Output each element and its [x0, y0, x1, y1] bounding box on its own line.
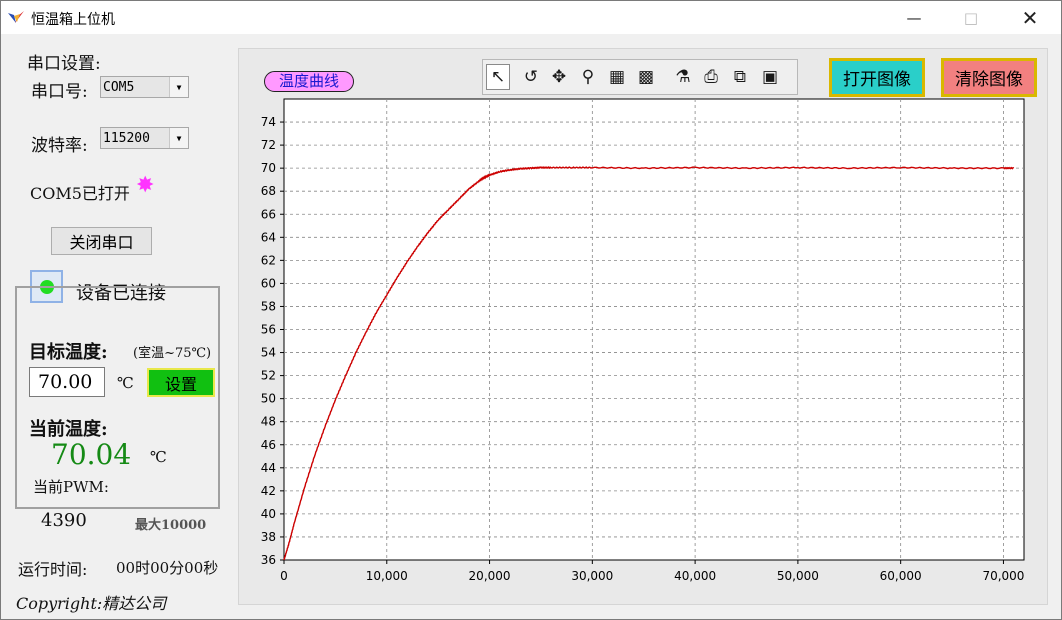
- curve-legend-label: 温度曲线: [264, 71, 354, 92]
- title-bar[interactable]: 恒温箱上位机 — □ ✕: [1, 1, 1061, 34]
- baud-select[interactable]: 115200 ▼: [100, 127, 189, 149]
- undo-icon[interactable]: ↺: [519, 64, 543, 90]
- zoom-icon[interactable]: ⚲: [576, 64, 600, 90]
- close-icon: ✕: [1021, 5, 1039, 30]
- copyright-text: Copyright:精达公司: [16, 594, 167, 613]
- maximize-icon: □: [963, 8, 979, 27]
- status-indicator-icon: ✸: [136, 173, 155, 198]
- port-status-text: COM5已打开: [30, 184, 130, 203]
- maximize-button[interactable]: □: [948, 1, 994, 34]
- clear-image-button[interactable]: 清除图像: [941, 58, 1037, 97]
- axis-scale-icon[interactable]: ▦: [605, 64, 629, 90]
- pwm-value: 4390: [41, 510, 87, 531]
- set-temp-button[interactable]: 设置: [147, 368, 215, 397]
- chart-panel: [238, 48, 1048, 605]
- baud-select-value: 115200: [103, 130, 150, 146]
- pwm-label: 当前PWM:: [33, 478, 109, 496]
- minimize-button[interactable]: —: [891, 1, 937, 34]
- save-icon[interactable]: ▣: [758, 64, 782, 90]
- chevron-down-icon[interactable]: ▼: [169, 128, 188, 148]
- target-temp-input[interactable]: 70.00: [29, 367, 105, 397]
- graph-toolbar: ↖ ↺ ✥ ⚲ ▦ ▩ ⚗ ⎙ ⧉ ▣: [482, 59, 798, 95]
- runtime-label: 运行时间:: [18, 560, 88, 579]
- close-port-button[interactable]: 关闭串口: [51, 227, 152, 255]
- pointer-icon[interactable]: ↖: [486, 64, 510, 90]
- current-temp-unit: ℃: [150, 448, 167, 466]
- port-select[interactable]: COM5 ▼: [100, 76, 189, 98]
- chevron-down-icon[interactable]: ▼: [169, 77, 188, 97]
- port-select-value: COM5: [103, 79, 135, 95]
- app-logo-icon: [8, 11, 24, 23]
- copy-icon[interactable]: ⧉: [728, 64, 752, 90]
- target-range-hint: (室温~75℃): [133, 346, 212, 361]
- pwm-max-label: 最大10000: [135, 518, 207, 533]
- print-icon[interactable]: ⎙: [699, 64, 723, 90]
- port-label: 串口号:: [31, 82, 88, 102]
- properties-icon[interactable]: ⚗: [671, 64, 695, 90]
- runtime-value: 00时00分00秒: [116, 559, 219, 577]
- serial-section-label: 串口设置:: [27, 54, 101, 74]
- target-unit: ℃: [117, 374, 134, 392]
- current-temp-value: 70.04: [51, 438, 132, 471]
- temperature-control-group: 目标温度: (室温~75℃) 70.00 ℃ 设置 当前温度: 70.04 ℃ …: [15, 286, 220, 533]
- pan-icon[interactable]: ✥: [547, 64, 571, 90]
- minimize-icon: —: [906, 8, 922, 27]
- close-window-button[interactable]: ✕: [1007, 1, 1053, 34]
- target-temp-label: 目标温度:: [29, 342, 108, 363]
- window-title: 恒温箱上位机: [31, 12, 115, 28]
- open-image-button[interactable]: 打开图像: [829, 58, 925, 97]
- edit-plot-icon[interactable]: ▩: [634, 64, 658, 90]
- baud-label: 波特率:: [31, 136, 88, 156]
- app-window: 恒温箱上位机 — □ ✕ 串口设置: 串口号: COM5 ▼ 波特率: 1152…: [0, 0, 1062, 620]
